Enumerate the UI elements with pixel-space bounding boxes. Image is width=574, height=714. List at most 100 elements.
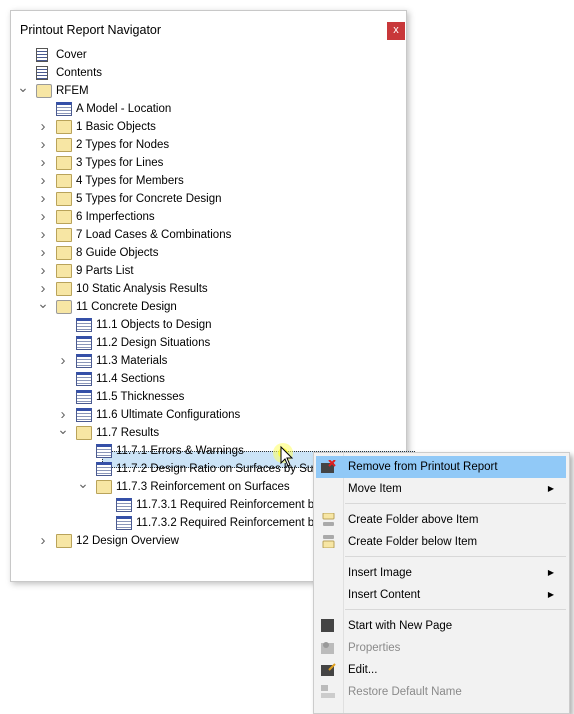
tree-item[interactable]: › 7 Load Cases & Combinations — [11, 226, 404, 244]
chevron-right-icon[interactable]: › — [37, 244, 49, 262]
chevron-right-icon[interactable]: › — [37, 154, 49, 172]
folder-icon — [56, 156, 72, 170]
cover-icon — [36, 48, 48, 62]
chevron-right-icon[interactable]: › — [37, 172, 49, 190]
folder-icon — [56, 120, 72, 134]
table-icon — [76, 336, 92, 350]
chevron-right-icon[interactable]: › — [37, 136, 49, 154]
folder-icon — [56, 246, 72, 260]
folder-icon — [56, 228, 72, 242]
tree-item-label: 11.4 Sections — [96, 373, 165, 385]
tree-item[interactable]: ⌄ RFEM — [11, 79, 404, 100]
folder-icon — [56, 174, 72, 188]
folder-icon — [56, 264, 72, 278]
menu-item-create-folder-above[interactable]: Create Folder above Item — [316, 509, 566, 531]
tree-item-label: 11 Concrete Design — [76, 301, 177, 313]
tree-item-label: 10 Static Analysis Results — [76, 283, 208, 295]
menu-item-start-new-page[interactable]: Start with New Page — [316, 615, 566, 637]
menu-item-insert-content[interactable]: Insert Content ▶ — [316, 584, 566, 606]
tree-item[interactable]: A Model - Location — [11, 100, 404, 118]
table-icon — [56, 102, 72, 116]
panel-title: Printout Report Navigator — [20, 23, 162, 37]
table-icon — [76, 408, 92, 422]
tree-item[interactable]: › 5 Types for Concrete Design — [11, 190, 404, 208]
tree-item-label: 11.7.3 Reinforcement on Surfaces — [116, 481, 290, 493]
submenu-arrow-icon: ▶ — [547, 590, 554, 599]
properties-icon — [321, 642, 334, 654]
chevron-right-icon[interactable]: › — [37, 208, 49, 226]
tree-item-label: 1 Basic Objects — [76, 121, 156, 133]
chevron-right-icon[interactable]: › — [37, 190, 49, 208]
tree-item[interactable]: Cover — [11, 46, 404, 64]
tree-item[interactable]: › 3 Types for Lines — [11, 154, 404, 172]
folder-icon — [56, 192, 72, 206]
open-folder-icon — [36, 84, 52, 98]
menu-item-create-folder-below[interactable]: Create Folder below Item — [316, 531, 566, 553]
tree-item[interactable]: Contents — [11, 64, 404, 82]
tree-item[interactable]: › 6 Imperfections — [11, 208, 404, 226]
tree-item[interactable]: › 2 Types for Nodes — [11, 136, 404, 154]
menu-item-properties[interactable]: Properties — [316, 637, 566, 659]
table-icon — [96, 462, 112, 476]
edit-icon — [321, 663, 336, 676]
chevron-down-icon[interactable]: ⌄ — [17, 78, 29, 96]
table-icon — [76, 372, 92, 386]
tree-item-label: 8 Guide Objects — [76, 247, 159, 259]
table-icon — [76, 354, 92, 368]
folder-icon — [56, 534, 72, 548]
menu-item-edit[interactable]: Edit... — [316, 659, 566, 681]
tree-item[interactable]: › 10 Static Analysis Results — [11, 280, 404, 298]
folder-icon — [56, 210, 72, 224]
table-icon — [76, 318, 92, 332]
menu-item-insert-image[interactable]: Insert Image ▶ — [316, 562, 566, 584]
tree-item-label: Cover — [56, 49, 87, 61]
mouse-cursor-icon — [273, 443, 294, 467]
tree-item-label: 3 Types for Lines — [76, 157, 164, 169]
tree-item-label: 11.3 Materials — [96, 355, 168, 367]
tree-item[interactable]: 11.5 Thicknesses — [11, 388, 404, 406]
tree-item[interactable]: › 11.3 Materials — [11, 352, 404, 370]
tree-item-label: 11.7.3.1 Required Reinforcement by — [136, 499, 320, 511]
tree-item-label: 12 Design Overview — [76, 535, 179, 547]
chevron-down-icon[interactable]: ⌄ — [37, 294, 49, 312]
tree-item-label: 11.5 Thicknesses — [96, 391, 185, 403]
table-icon — [76, 390, 92, 404]
folder-icon — [56, 138, 72, 152]
chevron-right-icon[interactable]: › — [37, 118, 49, 136]
tree-item-label: 11.7 Results — [96, 427, 160, 439]
tree-item[interactable]: › 11.6 Ultimate Configurations — [11, 406, 404, 424]
tree-item[interactable]: › 1 Basic Objects — [11, 118, 404, 136]
context-menu: Remove from Printout Report Move Item ▶ C… — [313, 452, 570, 714]
tree-item[interactable]: › 8 Guide Objects — [11, 244, 404, 262]
restore-name-icon — [321, 685, 335, 698]
tree-item[interactable]: ⌄ 11.7 Results — [11, 421, 404, 442]
close-button[interactable]: x — [387, 22, 405, 40]
tree-item[interactable]: ⌄ 11 Concrete Design — [11, 295, 404, 316]
tree-item-label: 5 Types for Concrete Design — [76, 193, 222, 205]
chevron-down-icon[interactable]: ⌄ — [57, 420, 69, 438]
tree-item-label: A Model - Location — [76, 103, 172, 115]
menu-item-move[interactable]: Move Item ▶ — [316, 478, 566, 500]
tree-item[interactable]: › 4 Types for Members — [11, 172, 404, 190]
folder-icon — [56, 282, 72, 296]
chevron-right-icon[interactable]: › — [37, 226, 49, 244]
tree-item-label: 11.7.1 Errors & Warnings — [116, 445, 244, 457]
tree-item[interactable]: 11.1 Objects to Design — [11, 316, 404, 334]
menu-item-restore-default-name[interactable]: Restore Default Name — [316, 681, 566, 703]
chevron-right-icon[interactable]: › — [37, 262, 49, 280]
remove-icon — [321, 460, 336, 473]
menu-item-remove[interactable]: Remove from Printout Report — [316, 456, 566, 478]
tree-item-label: 7 Load Cases & Combinations — [76, 229, 232, 241]
new-page-icon — [321, 619, 334, 632]
table-icon — [96, 444, 112, 458]
tree-item[interactable]: › 9 Parts List — [11, 262, 404, 280]
chevron-down-icon[interactable]: ⌄ — [77, 474, 89, 492]
chevron-right-icon[interactable]: › — [57, 352, 69, 370]
open-folder-icon — [56, 300, 72, 314]
table-icon — [116, 498, 132, 512]
tree-item[interactable]: 11.2 Design Situations — [11, 334, 404, 352]
tree-item[interactable]: 11.4 Sections — [11, 370, 404, 388]
folder-above-icon — [322, 513, 335, 526]
chevron-right-icon[interactable]: › — [37, 532, 49, 550]
tree-item-label: 11.7.3.2 Required Reinforcement by — [136, 517, 320, 529]
